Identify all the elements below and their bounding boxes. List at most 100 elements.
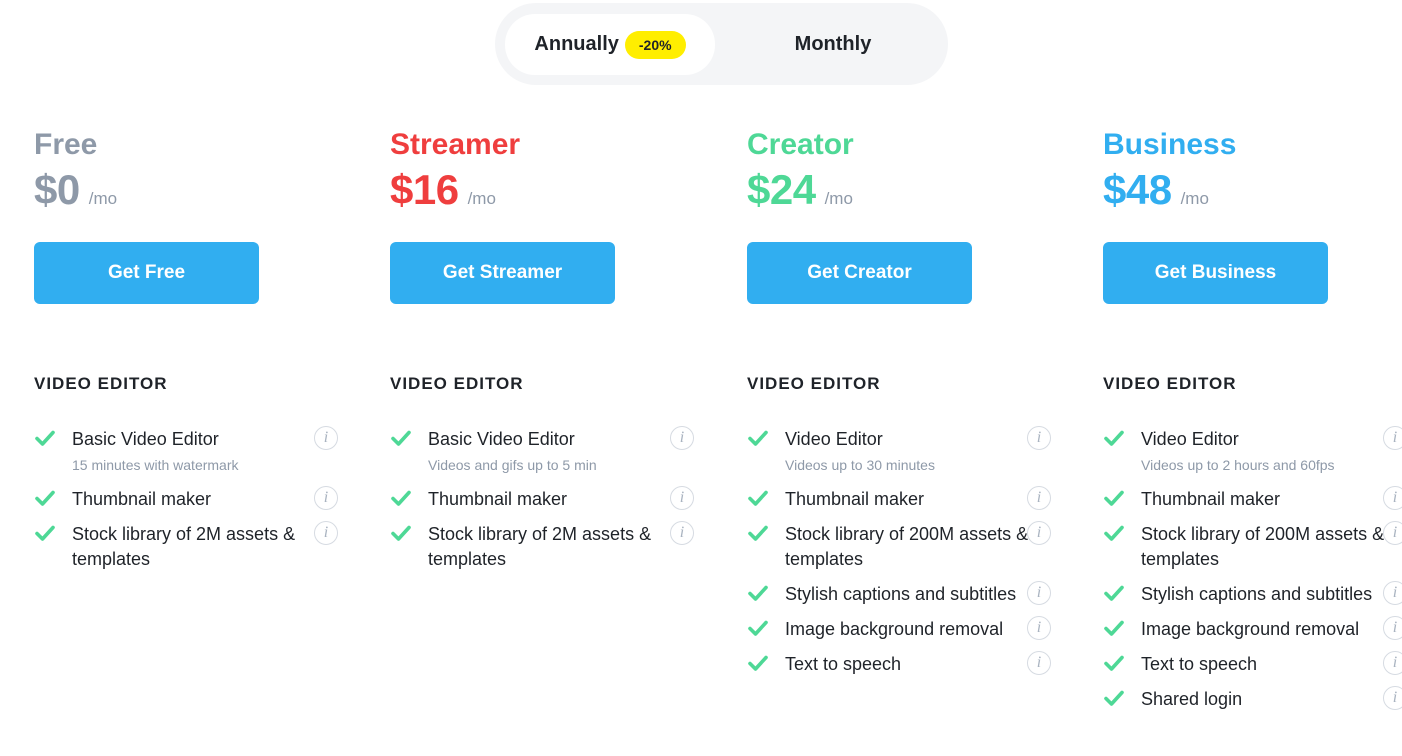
check-icon [391, 525, 411, 541]
feature-title: Text to speech [1141, 654, 1258, 674]
feature-item: Shared login i [1103, 686, 1402, 712]
price-period: /mo [88, 189, 118, 208]
feature-item: Basic Video Editor Videos and gifs up to… [390, 426, 696, 477]
feature-title: Video Editor [785, 429, 883, 449]
check-icon [748, 525, 768, 541]
feature-item: Image background removal i [1103, 616, 1402, 642]
price-period: /mo [1180, 189, 1209, 208]
feature-list: Basic Video Editor 15 minutes with water… [34, 426, 354, 572]
info-icon[interactable]: i [1383, 521, 1402, 545]
feature-title: Image background removal [785, 619, 1004, 639]
info-icon[interactable]: i [1027, 521, 1051, 545]
check-icon [1104, 655, 1124, 671]
feature-title: Thumbnail maker [72, 489, 212, 509]
check-icon [35, 525, 55, 541]
price-row: $48 /mo [1103, 166, 1402, 220]
check-icon [1104, 490, 1124, 506]
feature-title: Stylish captions and subtitles [785, 584, 1017, 604]
feature-item: Basic Video Editor 15 minutes with water… [34, 426, 340, 477]
info-icon[interactable]: i [1383, 616, 1402, 640]
check-icon [748, 585, 768, 601]
feature-title: Thumbnail maker [1141, 489, 1281, 509]
info-icon[interactable]: i [670, 426, 694, 450]
plan-price: $24 [747, 166, 816, 213]
section-heading: VIDEO EDITOR [747, 374, 881, 393]
get-creator-button[interactable]: Get Creator [747, 242, 972, 304]
feature-item: Stylish captions and subtitles i [747, 581, 1053, 607]
info-icon[interactable]: i [1027, 651, 1051, 675]
feature-subtitle: Videos up to 30 minutes [785, 457, 935, 473]
annually-label: Annually [534, 33, 619, 55]
info-icon[interactable]: i [314, 521, 338, 545]
info-icon[interactable]: i [670, 521, 694, 545]
feature-title: Stylish captions and subtitles [1141, 584, 1373, 604]
check-icon [1104, 620, 1124, 636]
feature-title: Stock library of 200M assets & templates [1141, 524, 1385, 569]
feature-item: Video Editor Videos up to 30 minutes i [747, 426, 1053, 477]
get-streamer-button[interactable]: Get Streamer [390, 242, 615, 304]
feature-item: Text to speech i [747, 651, 1053, 677]
feature-list: Video Editor Videos up to 30 minutes i T… [747, 426, 1067, 677]
plan-free: Free $0 /mo Get Free VIDEO EDITOR Basic V… [34, 124, 354, 582]
feature-title: Thumbnail maker [785, 489, 925, 509]
info-icon[interactable]: i [1383, 651, 1402, 675]
price-period: /mo [467, 189, 496, 208]
plan-name: Business [1103, 128, 1237, 161]
feature-title: Text to speech [785, 654, 902, 674]
plan-price: $16 [390, 166, 459, 213]
check-icon [1104, 430, 1124, 446]
price-row: $16 /mo [390, 166, 710, 220]
billing-monthly-option[interactable]: Monthly [728, 14, 938, 75]
feature-item: Stylish captions and subtitles i [1103, 581, 1402, 607]
info-icon[interactable]: i [1383, 686, 1402, 710]
feature-item: Thumbnail maker i [34, 486, 340, 512]
feature-title: Stock library of 2M assets & templates [72, 524, 296, 569]
feature-item: Thumbnail maker i [390, 486, 696, 512]
check-icon [1104, 690, 1124, 706]
feature-title: Stock library of 2M assets & templates [428, 524, 652, 569]
plan-name: Creator [747, 128, 854, 161]
feature-item: Stock library of 200M assets & templates… [1103, 521, 1402, 572]
feature-item: Stock library of 2M assets & templates i [34, 521, 340, 572]
check-icon [35, 490, 55, 506]
info-icon[interactable]: i [1383, 581, 1402, 605]
feature-subtitle: Videos up to 2 hours and 60fps [1141, 457, 1335, 473]
feature-title: Basic Video Editor [428, 429, 575, 449]
get-business-button[interactable]: Get Business [1103, 242, 1328, 304]
check-icon [748, 620, 768, 636]
plan-name: Streamer [390, 128, 521, 161]
feature-title: Stock library of 200M assets & templates [785, 524, 1029, 569]
plan-name: Free [34, 128, 98, 161]
discount-badge: -20% [624, 30, 686, 59]
info-icon[interactable]: i [314, 486, 338, 510]
feature-item: Thumbnail maker i [747, 486, 1053, 512]
section-heading: VIDEO EDITOR [390, 374, 524, 393]
feature-title: Basic Video Editor [72, 429, 219, 449]
feature-title: Thumbnail maker [428, 489, 568, 509]
get-free-button[interactable]: Get Free [34, 242, 259, 304]
info-icon[interactable]: i [1027, 616, 1051, 640]
section-heading: VIDEO EDITOR [34, 374, 168, 393]
check-icon [1104, 585, 1124, 601]
info-icon[interactable]: i [1383, 426, 1402, 450]
check-icon [391, 430, 411, 446]
info-icon[interactable]: i [1027, 426, 1051, 450]
plan-business: Business $48 /mo Get Business VIDEO EDITO… [1103, 124, 1402, 722]
price-row: $24 /mo [747, 166, 1067, 220]
info-icon[interactable]: i [670, 486, 694, 510]
plan-price: $0 [34, 166, 80, 213]
check-icon [391, 490, 411, 506]
check-icon [35, 430, 55, 446]
feature-item: Image background removal i [747, 616, 1053, 642]
feature-subtitle: 15 minutes with watermark [72, 457, 239, 473]
info-icon[interactable]: i [1027, 581, 1051, 605]
check-icon [748, 430, 768, 446]
check-icon [748, 655, 768, 671]
price-period: /mo [824, 189, 853, 208]
info-icon[interactable]: i [314, 426, 338, 450]
feature-item: Stock library of 200M assets & templates… [747, 521, 1053, 572]
info-icon[interactable]: i [1383, 486, 1402, 510]
plan-streamer: Streamer $16 /mo Get Streamer VIDEO EDITO… [390, 124, 710, 582]
billing-annually-option[interactable]: Annually -20% [505, 14, 715, 75]
info-icon[interactable]: i [1027, 486, 1051, 510]
